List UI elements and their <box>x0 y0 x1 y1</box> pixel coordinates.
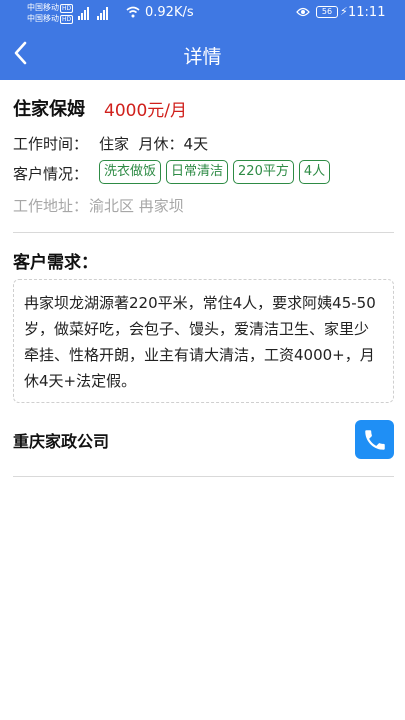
requirements-title: 客户需求： <box>13 253 98 273</box>
network-speed: 0.92K/s <box>145 5 194 20</box>
wifi-icon <box>126 6 140 18</box>
work-time-label: 工作时间： <box>13 135 89 153</box>
requirements-box: 冉家坝龙湖源著220平米，常住4人，要求阿姨45-50岁，做菜好吃，会包子、馒头… <box>13 279 394 403</box>
requirements-text: 冉家坝龙湖源著220平米，常住4人，要求阿姨45-50岁，做菜好吃，会包子、馒头… <box>24 294 376 390</box>
customer-tags: 洗衣做饭 日常清洁 220平方 4人 <box>99 160 331 184</box>
address-value: 渝北区 冉家坝 <box>89 197 184 215</box>
app-header: 中国移动 HD 中国移动 HD 0.92K/s 56 ⚡ 11:11 详情 <box>0 0 405 80</box>
eye-comfort-icon <box>296 7 310 17</box>
status-bar: 中国移动 HD 中国移动 HD 0.92K/s 56 ⚡ 11:11 <box>0 0 405 30</box>
job-type: 住家保姆 <box>13 99 85 120</box>
hd-badge-2: HD <box>60 15 74 24</box>
customer-tag: 220平方 <box>233 160 294 184</box>
phone-icon <box>364 429 385 450</box>
divider <box>13 476 394 477</box>
company-name: 重庆家政公司 <box>13 432 110 451</box>
job-salary: 4000元/月 <box>104 101 187 121</box>
signal-icon <box>78 6 108 20</box>
divider <box>13 232 394 233</box>
work-time-row: 工作时间： 住家 月休：4天 <box>13 133 208 154</box>
customer-tag: 洗衣做饭 <box>99 160 162 184</box>
battery-icon: 56 <box>316 6 338 18</box>
charging-icon: ⚡ <box>340 5 348 18</box>
page-title: 详情 <box>183 46 222 68</box>
customer-tag: 日常清洁 <box>166 160 229 184</box>
work-time-value: 住家 月休：4天 <box>99 135 209 153</box>
hd-badge: HD <box>60 4 74 13</box>
battery-level: 56 <box>321 7 333 16</box>
carrier-info: 中国移动 HD 中国移动 HD <box>27 2 74 24</box>
address-row: 工作地址：渝北区 冉家坝 <box>13 195 184 216</box>
carrier-1: 中国移动 <box>27 3 59 12</box>
carrier-2: 中国移动 <box>27 14 59 23</box>
address-label: 工作地址： <box>13 197 89 215</box>
customer-row: 客户情况： <box>13 163 99 184</box>
status-time: 11:11 <box>348 5 386 20</box>
customer-tag: 4人 <box>298 160 331 184</box>
customer-label: 客户情况： <box>13 165 89 183</box>
call-button[interactable] <box>355 420 394 459</box>
